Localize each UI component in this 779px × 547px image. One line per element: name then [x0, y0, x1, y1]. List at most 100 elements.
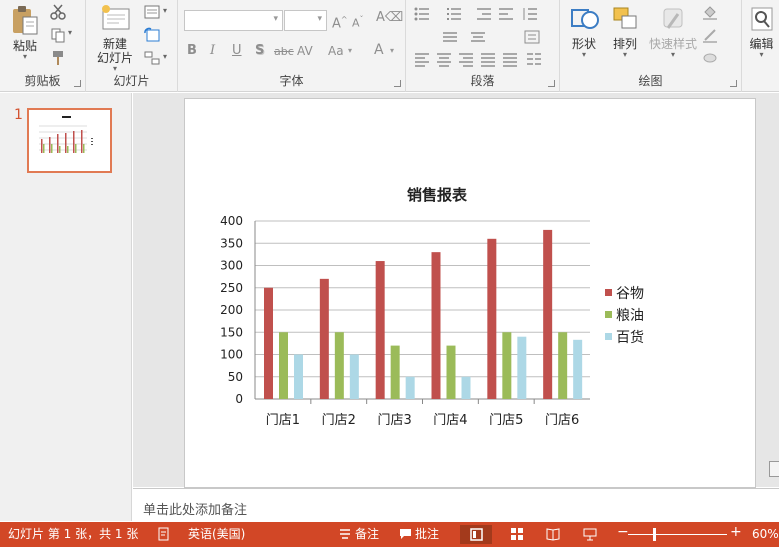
drawing-group: 形状 ▾ 排列 ▾ 快速样式 ▾ 绘图 — [560, 0, 742, 92]
paragraph-group-label: 段落 — [470, 74, 495, 88]
shrink-font-button[interactable]: Aˇ — [352, 12, 364, 32]
x-tick-label: 门店4 — [433, 413, 467, 428]
clear-format-icon[interactable]: A⌫ — [376, 10, 403, 26]
paste-icon — [13, 6, 38, 35]
slides-group-label: 幻灯片 — [113, 74, 150, 88]
bar-粮油-门店1 — [279, 332, 288, 399]
notes-icon[interactable] — [339, 528, 351, 540]
arrange-icon — [613, 7, 637, 29]
shadow-button[interactable]: S — [255, 43, 264, 59]
ribbon: 粘贴 ▾ ▾ 剪贴板 新建 幻灯片 ▾ ▾ ▾ 幻灯片 ▾ ▾ A^ Aˇ A⌫… — [0, 0, 779, 92]
distributed-icon[interactable] — [502, 51, 518, 67]
italic-button[interactable]: I — [210, 43, 215, 59]
normal-view-icon — [470, 528, 483, 541]
legend-swatch — [605, 289, 612, 296]
sales-chart[interactable]: 销售报表 050100150200250300350400 门店1 门店2 门店3 门… — [185, 99, 757, 489]
language-indicator[interactable]: 英语(美国) — [188, 527, 245, 542]
underline-button[interactable]: U — [232, 43, 242, 59]
layout-dropdown-icon[interactable]: ▾ — [163, 6, 167, 15]
shape-effects-icon[interactable] — [702, 50, 718, 66]
bar-谷物-门店1 — [264, 287, 273, 399]
slideshow-icon[interactable] — [583, 527, 597, 541]
shapes-button[interactable]: 形状 ▾ — [564, 4, 604, 59]
zoom-in-button[interactable]: + — [730, 525, 742, 540]
new-slide-button[interactable]: 新建 幻灯片 ▾ — [90, 4, 140, 73]
slide-sorter-icon[interactable] — [510, 527, 524, 541]
view-toggle-handle[interactable] — [769, 461, 779, 477]
paste-button[interactable]: 粘贴 ▾ — [6, 4, 44, 61]
normal-view-button[interactable] — [460, 525, 492, 544]
smartart-icon[interactable] — [524, 29, 540, 45]
section-icon[interactable] — [144, 50, 160, 66]
bar-粮油-门店6 — [558, 332, 568, 399]
justify-icon[interactable] — [480, 51, 496, 67]
notes-pane[interactable]: 单击此处添加备注 — [133, 488, 779, 522]
font-color-button[interactable]: A — [374, 42, 384, 58]
legend-swatch — [605, 333, 612, 340]
zoom-slider-thumb[interactable] — [653, 528, 656, 541]
section-dropdown-icon[interactable]: ▾ — [163, 52, 167, 61]
paragraph-launcher-icon[interactable] — [548, 80, 555, 87]
chevron-down-icon: ▾ — [390, 46, 395, 55]
font-name-input[interactable]: ▾ — [184, 10, 283, 31]
chart-gridlines — [254, 220, 590, 400]
align-left-icon[interactable] — [414, 51, 430, 67]
status-bar: 幻灯片 第 1 张，共 1 张 英语(美国) 备注 批注 − + 60% — [0, 522, 779, 547]
y-tick-label: 50 — [228, 370, 243, 384]
bar-谷物-门店2 — [319, 278, 329, 399]
align-right-icon[interactable] — [458, 51, 474, 67]
cut-icon[interactable] — [50, 4, 66, 20]
zoom-slider-track[interactable] — [628, 534, 727, 535]
shape-outline-icon[interactable] — [702, 27, 718, 43]
increase-indent-icon[interactable] — [498, 6, 514, 22]
arrange-button[interactable]: 排列 ▾ — [606, 4, 644, 59]
notes-button[interactable]: 备注 — [355, 527, 379, 542]
chevron-down-icon: ▾ — [670, 50, 675, 59]
line-spacing-icon[interactable] — [522, 6, 538, 22]
change-case-button[interactable]: Aa — [328, 43, 344, 59]
chart-legend[interactable]: 谷物粮油百货 — [605, 286, 644, 346]
columns-icon[interactable] — [526, 51, 542, 67]
clipboard-launcher-icon[interactable] — [74, 80, 81, 87]
numbering-icon[interactable] — [446, 6, 462, 22]
editing-button[interactable]: 编辑 ▾ — [744, 4, 779, 59]
bold-button[interactable]: B — [187, 43, 197, 59]
comments-icon[interactable] — [399, 528, 412, 540]
layout-icon[interactable] — [144, 4, 160, 20]
font-launcher-icon[interactable] — [394, 80, 401, 87]
x-tick-label: 门店1 — [266, 413, 300, 428]
copy-dropdown-icon[interactable]: ▾ — [68, 28, 72, 37]
format-painter-icon[interactable] — [50, 50, 66, 66]
reading-view-icon[interactable] — [546, 527, 560, 541]
bar-粮油-门店2 — [334, 332, 344, 399]
bullets-icon[interactable] — [414, 6, 430, 22]
spell-check-icon[interactable] — [157, 527, 171, 541]
strikethrough-button[interactable]: abc — [274, 44, 294, 60]
comments-button[interactable]: 批注 — [415, 527, 439, 542]
chevron-down-icon: ▾ — [581, 50, 586, 59]
copy-icon[interactable] — [50, 27, 66, 43]
decrease-indent-icon[interactable] — [476, 6, 492, 22]
text-direction-icon[interactable] — [442, 29, 458, 45]
quick-styles-button[interactable]: 快速样式 ▾ — [646, 4, 700, 59]
slide-thumbnail[interactable] — [27, 108, 112, 173]
legend-label: 百货 — [616, 329, 644, 346]
chevron-down-icon: ▾ — [22, 52, 27, 61]
font-size-input[interactable]: ▾ — [284, 10, 327, 31]
zoom-out-button[interactable]: − — [617, 525, 629, 540]
drawing-group-label: 绘图 — [638, 74, 663, 88]
bar-粮油-门店5 — [502, 332, 512, 399]
align-center-icon[interactable] — [436, 51, 452, 67]
drawing-launcher-icon[interactable] — [730, 80, 737, 87]
grow-font-button[interactable]: A^ — [332, 12, 348, 32]
zoom-level[interactable]: 60% — [752, 527, 779, 542]
reset-slide-icon[interactable] — [144, 27, 160, 43]
shape-fill-icon[interactable] — [702, 4, 718, 20]
character-spacing-button[interactable]: AV — [297, 43, 313, 59]
bar-谷物-门店5 — [487, 238, 497, 399]
chevron-down-icon: ▾ — [317, 14, 322, 24]
bar-谷物-门店6 — [543, 229, 553, 399]
y-tick-label: 350 — [220, 236, 243, 250]
align-text-icon[interactable] — [470, 29, 486, 45]
slide-canvas[interactable]: 销售报表 0 50 100 150 200 250 300 350 400 门店1 门店2 门店3 门… — [184, 98, 756, 488]
